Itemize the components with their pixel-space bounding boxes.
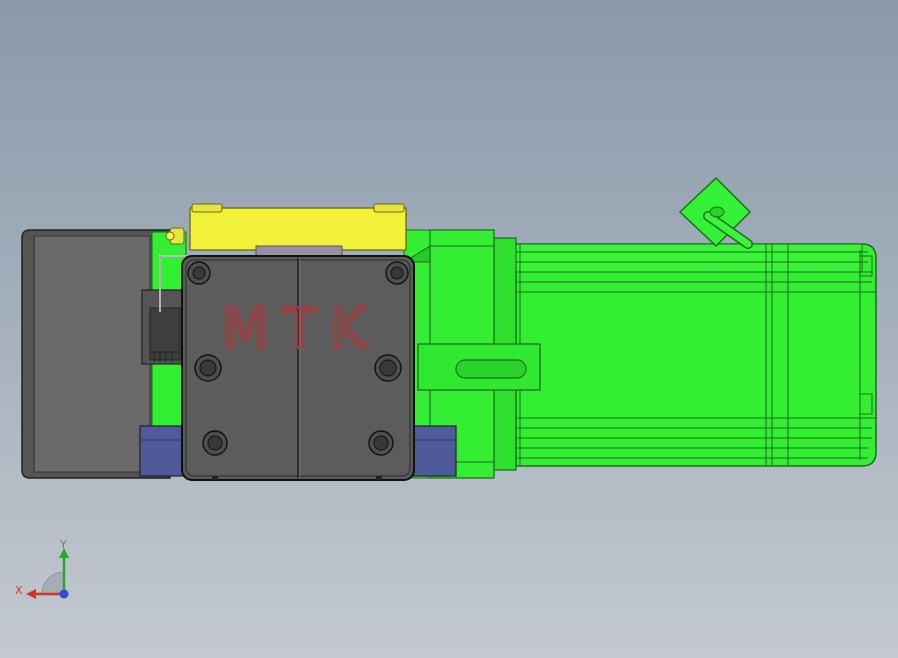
z-axis-dot-icon — [59, 589, 69, 599]
nameplate-logo: MTK — [222, 297, 379, 360]
motor-connector[interactable] — [678, 176, 753, 249]
top-rail[interactable] — [165, 203, 407, 257]
y-axis-label: Y — [59, 538, 67, 551]
orientation-triad[interactable]: Y X — [15, 538, 69, 599]
gearbox-housing[interactable] — [181, 255, 415, 481]
output-shaft[interactable] — [417, 343, 541, 391]
x-axis-label: X — [15, 584, 23, 597]
model-graphics[interactable]: MTK Y X — [0, 0, 898, 658]
x-axis-head-icon — [26, 589, 36, 599]
servo-motor-body[interactable] — [515, 243, 877, 467]
cad-viewport[interactable]: MTK Y X — [0, 0, 898, 658]
